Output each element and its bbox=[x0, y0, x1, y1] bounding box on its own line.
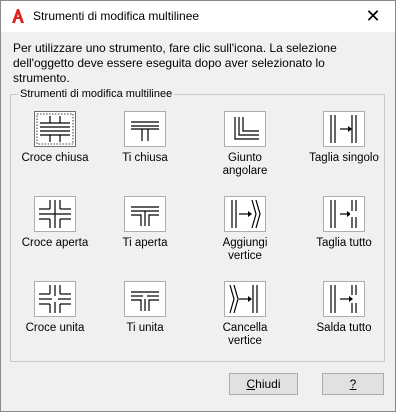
tool-label: Taglia tutto bbox=[316, 237, 372, 249]
closed-cross-icon bbox=[36, 113, 74, 145]
close-button-mnemonic: C bbox=[246, 377, 256, 391]
tool-cut-all: Taglia tutto bbox=[299, 196, 389, 250]
open-tee-icon bbox=[131, 206, 159, 226]
weld-all-button[interactable] bbox=[323, 281, 365, 317]
tool-open-cross: Croce aperta bbox=[10, 196, 100, 250]
weld-all-icon bbox=[330, 285, 357, 313]
tool-label: Taglia singolo bbox=[309, 152, 379, 164]
tool-delete-vertex: Cancella vertice bbox=[200, 281, 290, 348]
open-cross-icon bbox=[39, 200, 71, 228]
cut-single-button[interactable] bbox=[323, 111, 365, 147]
tool-closed-tee: Ti chiusa bbox=[100, 111, 190, 165]
closed-cross-button[interactable] bbox=[34, 111, 76, 147]
open-tee-button[interactable] bbox=[124, 196, 166, 232]
tool-label: Ti chiusa bbox=[122, 152, 168, 164]
tool-label: Ti unita bbox=[126, 322, 164, 334]
instructions-text: Per utilizzare uno strumento, fare clic … bbox=[13, 41, 337, 85]
delete-vertex-button[interactable] bbox=[224, 281, 266, 317]
autocad-logo-icon bbox=[12, 9, 24, 23]
help-button-label: ? bbox=[349, 377, 357, 391]
merged-tee-button[interactable] bbox=[124, 281, 166, 317]
window-title: Strumenti di modifica multilinee bbox=[33, 9, 200, 23]
tool-merged-tee: Ti unita bbox=[100, 281, 190, 335]
open-cross-button[interactable] bbox=[34, 196, 76, 232]
close-icon[interactable]: ✕ bbox=[351, 1, 395, 32]
tool-label: Giunto angolare bbox=[222, 152, 268, 177]
tool-label: Aggiungi vertice bbox=[222, 237, 268, 262]
close-button-label: hiudi bbox=[255, 377, 281, 391]
add-vertex-button[interactable] bbox=[224, 196, 266, 232]
group-legend: Strumenti di modifica multilinee bbox=[18, 88, 175, 100]
corner-joint-button[interactable] bbox=[224, 111, 266, 147]
tool-closed-cross: Croce chiusa bbox=[10, 111, 100, 165]
tool-corner-joint: Giunto angolare bbox=[200, 111, 290, 178]
tool-label: Croce unita bbox=[25, 322, 85, 334]
cut-all-button[interactable] bbox=[323, 196, 365, 232]
merged-cross-button[interactable] bbox=[34, 281, 76, 317]
tool-add-vertex: Aggiungi vertice bbox=[200, 196, 290, 263]
delete-vertex-icon bbox=[229, 284, 258, 314]
tool-cut-single: Taglia singolo bbox=[299, 111, 389, 165]
corner-joint-icon bbox=[234, 117, 259, 140]
tool-label: Cancella vertice bbox=[222, 322, 268, 347]
help-button[interactable]: ? bbox=[322, 373, 384, 395]
title-bar: Strumenti di modifica multilinee ✕ bbox=[1, 1, 395, 32]
tool-label: Croce aperta bbox=[21, 237, 89, 249]
closed-tee-button[interactable] bbox=[124, 111, 166, 147]
closed-tee-icon bbox=[131, 121, 159, 141]
cut-single-icon bbox=[330, 115, 357, 143]
cut-all-icon bbox=[330, 200, 358, 228]
add-vertex-icon bbox=[231, 199, 261, 229]
tool-merged-cross: Croce unita bbox=[10, 281, 100, 335]
tool-weld-all: Salda tutto bbox=[299, 281, 389, 335]
tool-open-tee: Ti aperta bbox=[100, 196, 190, 250]
tool-label: Ti aperta bbox=[122, 237, 168, 249]
tool-label: Salda tutto bbox=[316, 322, 372, 334]
dialog-window: Strumenti di modifica multilinee ✕ Per u… bbox=[0, 0, 396, 412]
merged-cross-icon bbox=[39, 285, 71, 313]
merged-tee-icon bbox=[131, 291, 159, 311]
close-button[interactable]: Chiudi bbox=[229, 373, 298, 395]
tool-label: Croce chiusa bbox=[21, 152, 89, 164]
